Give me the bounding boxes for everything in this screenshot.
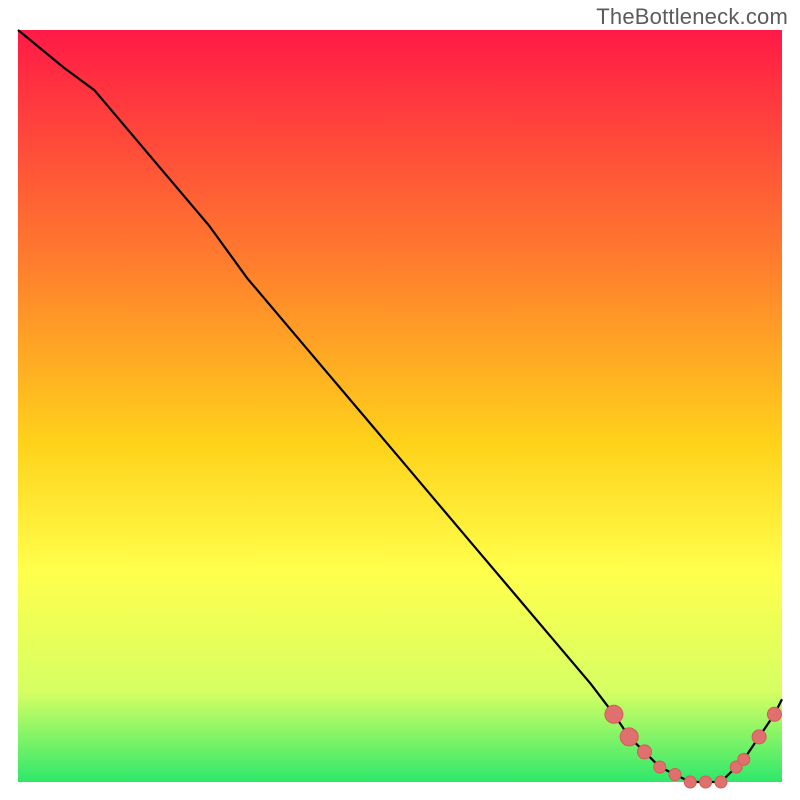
watermark-text: TheBottleneck.com: [596, 4, 788, 30]
curve-marker: [620, 728, 638, 746]
curve-marker: [638, 745, 652, 759]
curve-marker: [684, 776, 696, 788]
plot-background: [18, 30, 782, 782]
curve-marker: [738, 753, 750, 765]
curve-marker: [654, 761, 666, 773]
curve-marker: [700, 776, 712, 788]
curve-marker: [715, 776, 727, 788]
chart-stage: TheBottleneck.com: [0, 0, 800, 800]
curve-marker: [605, 705, 623, 723]
curve-marker: [767, 707, 781, 721]
curve-marker: [669, 769, 681, 781]
bottleneck-chart: [0, 0, 800, 800]
curve-marker: [752, 730, 766, 744]
